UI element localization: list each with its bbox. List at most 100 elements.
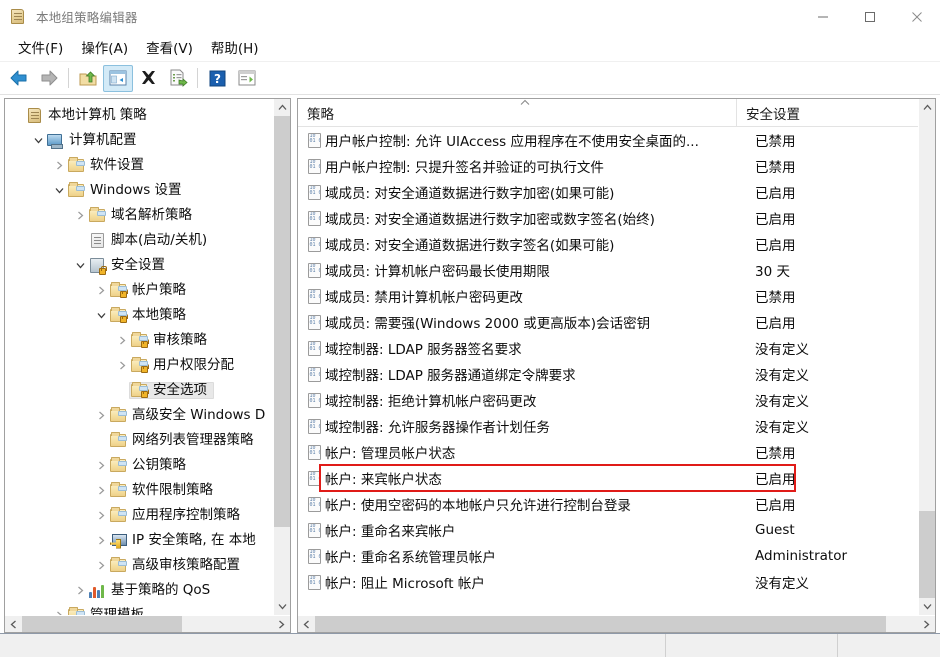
table-row[interactable]: 域控制器: 拒绝计算机帐户密码更改 没有定义 xyxy=(298,387,918,413)
chevron-right-icon[interactable] xyxy=(93,511,109,520)
tree-item-content[interactable]: 安全选项 xyxy=(129,381,214,400)
scroll-down-icon[interactable] xyxy=(919,598,935,615)
tree-item-8[interactable]: 本地策略 xyxy=(5,303,273,328)
tree-item-content[interactable]: 帐户策略 xyxy=(109,282,192,299)
minimize-button[interactable] xyxy=(799,0,846,33)
tree-item-content[interactable]: 脚本(启动/关机) xyxy=(88,232,213,249)
column-header-security-setting[interactable]: 安全设置 xyxy=(736,99,918,127)
tree-item-12[interactable]: 高级安全 Windows D xyxy=(5,403,273,428)
scroll-right-icon[interactable] xyxy=(918,616,935,632)
menu-file[interactable]: 文件(F) xyxy=(9,34,72,60)
up-one-level-button[interactable] xyxy=(73,65,103,92)
tree-item-content[interactable]: 基于策略的 QoS xyxy=(88,583,216,599)
tree-item-20[interactable]: 管理模板 xyxy=(5,603,273,615)
tree-item-13[interactable]: 网络列表管理器策略 xyxy=(5,428,273,453)
tree-item-1[interactable]: 计算机配置 xyxy=(5,128,273,153)
table-row[interactable]: 用户帐户控制: 允许 UIAccess 应用程序在不使用安全桌面的... 已禁用 xyxy=(298,127,918,153)
chevron-down-icon[interactable] xyxy=(51,187,67,194)
tree-item-11[interactable]: 安全选项 xyxy=(5,378,273,403)
chevron-right-icon[interactable] xyxy=(93,411,109,420)
scroll-left-icon[interactable] xyxy=(298,616,315,632)
table-row[interactable]: 帐户: 管理员帐户状态 已禁用 xyxy=(298,439,918,465)
tree-item-content[interactable]: 软件限制策略 xyxy=(109,482,219,499)
tree-item-content[interactable]: 用户权限分配 xyxy=(130,357,240,374)
chevron-right-icon[interactable] xyxy=(93,461,109,470)
tree-item-4[interactable]: 域名解析策略 xyxy=(5,203,273,228)
table-row[interactable]: 域控制器: 允许服务器操作者计划任务 没有定义 xyxy=(298,413,918,439)
list-hscroll-thumb[interactable] xyxy=(315,616,886,632)
tree-item-2[interactable]: 软件设置 xyxy=(5,153,273,178)
menu-action[interactable]: 操作(A) xyxy=(72,34,137,60)
table-row[interactable]: 帐户: 使用空密码的本地帐户只允许进行控制台登录 已启用 xyxy=(298,491,918,517)
tree-item-18[interactable]: 高级审核策略配置 xyxy=(5,553,273,578)
table-row[interactable]: 域成员: 计算机帐户密码最长使用期限 30 天 xyxy=(298,257,918,283)
tree-item-content[interactable]: IP 安全策略, 在 本地 xyxy=(109,533,262,549)
back-button[interactable] xyxy=(4,65,34,92)
help-button[interactable]: ? xyxy=(202,65,232,92)
tree-item-content[interactable]: 公钥策略 xyxy=(109,457,192,474)
tree-item-content[interactable]: 本地计算机 策略 xyxy=(25,107,153,124)
console-window-button[interactable] xyxy=(232,65,262,92)
scroll-right-icon[interactable] xyxy=(273,616,290,632)
tree-item-7[interactable]: 帐户策略 xyxy=(5,278,273,303)
chevron-right-icon[interactable] xyxy=(93,536,109,545)
scroll-up-icon[interactable] xyxy=(919,99,935,116)
table-row[interactable]: 帐户: 重命名系统管理员帐户 Administrator xyxy=(298,543,918,569)
list-horizontal-scrollbar[interactable] xyxy=(298,615,935,632)
policy-list[interactable]: 用户帐户控制: 允许 UIAccess 应用程序在不使用安全桌面的...已禁用用… xyxy=(298,127,918,595)
tree-item-3[interactable]: Windows 设置 xyxy=(5,178,273,203)
table-row[interactable]: 帐户: 重命名来宾帐户 Guest xyxy=(298,517,918,543)
tree-horizontal-scrollbar[interactable] xyxy=(5,615,290,632)
list-hscroll-track[interactable] xyxy=(315,616,918,632)
tree-hscroll-thumb[interactable] xyxy=(22,616,182,632)
tree-item-10[interactable]: 用户权限分配 xyxy=(5,353,273,378)
tree-vertical-scrollbar[interactable] xyxy=(273,99,290,615)
table-row[interactable]: 域控制器: LDAP 服务器签名要求 没有定义 xyxy=(298,335,918,361)
tree-hscroll-track[interactable] xyxy=(22,616,273,632)
tree-item-19[interactable]: 基于策略的 QoS xyxy=(5,578,273,603)
tree-item-16[interactable]: 应用程序控制策略 xyxy=(5,503,273,528)
chevron-right-icon[interactable] xyxy=(51,161,67,170)
maximize-button[interactable] xyxy=(846,0,893,33)
scroll-up-icon[interactable] xyxy=(274,99,290,116)
table-row[interactable]: 用户帐户控制: 只提升签名并验证的可执行文件 已禁用 xyxy=(298,153,918,179)
delete-button[interactable] xyxy=(133,65,163,92)
chevron-down-icon[interactable] xyxy=(93,312,109,319)
tree-item-content[interactable]: 高级审核策略配置 xyxy=(109,557,246,574)
tree-item-content[interactable]: 软件设置 xyxy=(67,157,150,174)
export-list-button[interactable] xyxy=(163,65,193,92)
tree-item-0[interactable]: 本地计算机 策略 xyxy=(5,103,273,128)
list-vertical-scrollbar[interactable] xyxy=(918,99,935,615)
tree-item-6[interactable]: 安全设置 xyxy=(5,253,273,278)
tree-item-content[interactable]: 管理模板 xyxy=(67,607,150,615)
tree-scroll-thumb[interactable] xyxy=(274,116,290,527)
tree-item-content[interactable]: 审核策略 xyxy=(130,332,213,349)
close-button[interactable] xyxy=(893,0,940,33)
tree-scroll-track[interactable] xyxy=(274,116,290,598)
table-row[interactable]: 域控制器: LDAP 服务器通道绑定令牌要求 没有定义 xyxy=(298,361,918,387)
chevron-down-icon[interactable] xyxy=(72,262,88,269)
show-tree-button[interactable] xyxy=(103,64,133,92)
tree-item-content[interactable]: 网络列表管理器策略 xyxy=(109,432,260,449)
table-row[interactable]: 帐户: 阻止 Microsoft 帐户 没有定义 xyxy=(298,569,918,595)
tree-item-15[interactable]: 软件限制策略 xyxy=(5,478,273,503)
menu-help[interactable]: 帮助(H) xyxy=(202,34,268,60)
table-row[interactable]: 域成员: 需要强(Windows 2000 或更高版本)会话密钥 已启用 xyxy=(298,309,918,335)
chevron-down-icon[interactable] xyxy=(30,137,46,144)
column-header-policy[interactable]: 策略 xyxy=(298,99,736,127)
list-scroll-track[interactable] xyxy=(919,116,935,598)
table-row[interactable]: 域成员: 禁用计算机帐户密码更改 已禁用 xyxy=(298,283,918,309)
list-scroll-thumb[interactable] xyxy=(919,511,935,598)
scroll-down-icon[interactable] xyxy=(274,598,290,615)
tree-item-17[interactable]: IP 安全策略, 在 本地 xyxy=(5,528,273,553)
policy-tree[interactable]: 本地计算机 策略计算机配置软件设置 Windows 设置 域名解析策略脚本(启动/关… xyxy=(5,99,273,615)
tree-item-content[interactable]: 本地策略 xyxy=(109,307,192,324)
tree-item-content[interactable]: 应用程序控制策略 xyxy=(109,507,246,524)
menu-view[interactable]: 查看(V) xyxy=(137,34,202,60)
chevron-right-icon[interactable] xyxy=(93,486,109,495)
table-row[interactable]: 域成员: 对安全通道数据进行数字加密(如果可能) 已启用 xyxy=(298,179,918,205)
forward-button[interactable] xyxy=(34,65,64,92)
table-row[interactable]: 域成员: 对安全通道数据进行数字加密或数字签名(始终) 已启用 xyxy=(298,205,918,231)
tree-item-content[interactable]: 计算机配置 xyxy=(46,133,143,149)
tree-item-14[interactable]: 公钥策略 xyxy=(5,453,273,478)
